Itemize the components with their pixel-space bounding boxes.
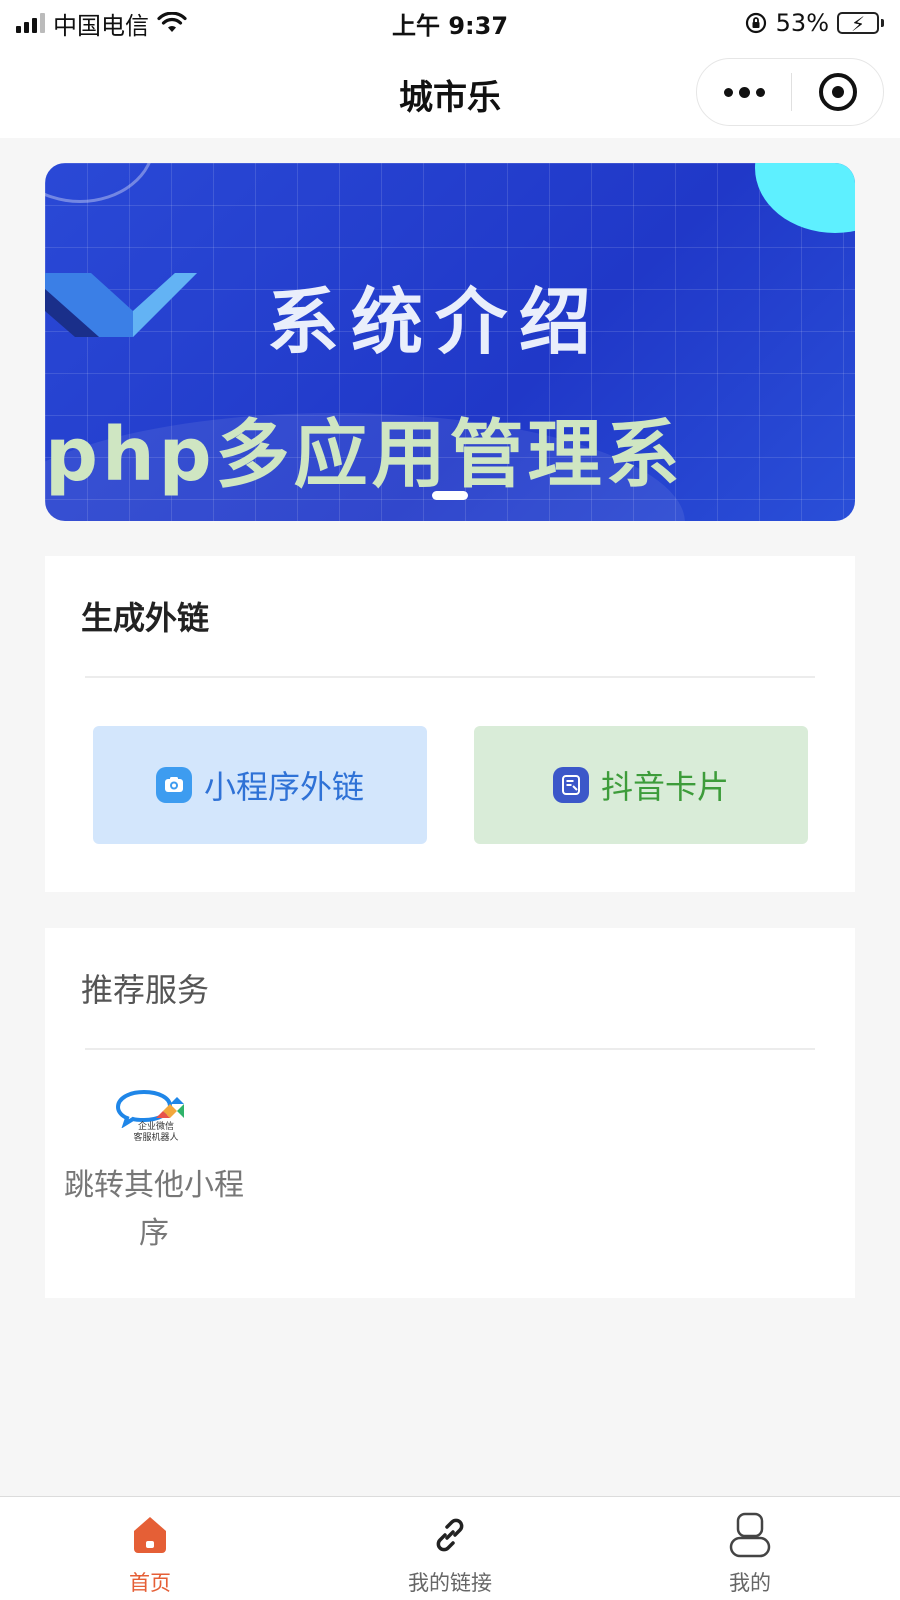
divider — [85, 1048, 815, 1050]
user-icon — [726, 1511, 774, 1559]
recommend-services-title: 推荐服务 — [81, 971, 210, 1009]
banner-headline: 系统介绍 — [267, 280, 604, 364]
wecom-robot-icon: 企业微信 客服机器人 — [114, 1088, 194, 1148]
rotation-lock-icon — [745, 12, 766, 34]
more-menu-button[interactable] — [697, 59, 791, 125]
signal-icon — [16, 13, 45, 33]
carrier-name: 中国电信 — [53, 11, 149, 40]
wecom-robot-caption: 企业微信 客服机器人 — [133, 1122, 179, 1143]
tab-home-label: 首页 — [129, 1571, 171, 1595]
nav-bar: 城市乐 — [0, 46, 900, 138]
banner-carousel[interactable]: 系统介绍 php多应用管理系 — [45, 163, 855, 521]
card-icon — [552, 767, 589, 803]
douyin-card-label: 抖音卡片 — [600, 768, 729, 806]
camera-icon — [155, 767, 192, 803]
douyin-card-button[interactable]: 抖音卡片 — [474, 726, 808, 844]
close-mini-program-button[interactable] — [792, 73, 883, 111]
service-item-label: 跳转其他小程序 — [64, 1168, 244, 1251]
tab-mine-label: 我的 — [729, 1571, 771, 1595]
mini-program-link-button[interactable]: 小程序外链 — [93, 726, 427, 844]
divider — [85, 676, 815, 678]
mini-program-link-label: 小程序外链 — [203, 768, 364, 806]
tab-my-links-label: 我的链接 — [408, 1571, 492, 1595]
status-left: 中国电信 — [16, 6, 187, 41]
brand-logo-icon — [45, 273, 197, 337]
status-right: 53% ⚡ — [744, 9, 884, 37]
battery-icon: ⚡ — [837, 12, 884, 36]
carousel-indicator[interactable] — [432, 491, 468, 500]
external-link-card: 生成外链 小程序外链 抖音卡片 — [45, 556, 855, 892]
home-icon — [128, 1511, 172, 1559]
service-item-jump-mini-program[interactable]: 企业微信 客服机器人 跳转其他小程序 — [59, 1088, 249, 1258]
external-link-title: 生成外链 — [81, 599, 210, 637]
status-bar: 中国电信 上午 9:37 53% ⚡ — [0, 0, 900, 46]
tab-my-links[interactable]: 我的链接 — [300, 1497, 600, 1600]
banner-subline: php多应用管理系 — [45, 412, 684, 498]
target-icon — [818, 73, 857, 111]
tab-bar: 首页 我的链接 我的 — [0, 1496, 900, 1600]
link-icon — [428, 1511, 472, 1559]
mini-program-capsule — [696, 58, 884, 126]
tab-home[interactable]: 首页 — [0, 1497, 300, 1600]
battery-percent: 53% — [775, 9, 829, 37]
recommend-services-card: 推荐服务 企业微信 客服机器人 跳转其他小程序 — [45, 928, 855, 1298]
wifi-icon — [157, 12, 187, 32]
tab-mine[interactable]: 我的 — [600, 1497, 900, 1600]
